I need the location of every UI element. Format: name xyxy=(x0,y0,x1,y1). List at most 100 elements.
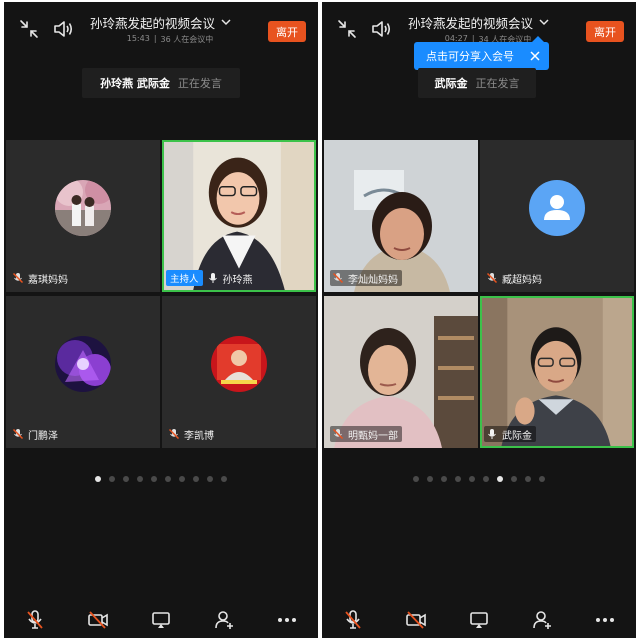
meeting-toolbar xyxy=(4,602,318,638)
add-participant-icon[interactable] xyxy=(211,607,237,633)
participant-tile[interactable]: 李凯博 xyxy=(162,296,316,448)
screen-share-icon[interactable] xyxy=(466,607,492,633)
participant-avatar xyxy=(211,336,267,392)
page-indicator[interactable] xyxy=(4,476,318,486)
participant-video xyxy=(482,298,632,446)
participant-tile[interactable]: 臧超妈妈 xyxy=(480,140,634,292)
participant-video xyxy=(164,142,314,290)
camera-off-icon[interactable] xyxy=(85,607,111,633)
speaker-icon[interactable] xyxy=(52,18,74,40)
page-dot[interactable] xyxy=(123,476,129,482)
page-dot[interactable] xyxy=(539,476,545,482)
attendee-count: 36 人在会议中 xyxy=(160,35,214,44)
page-dot[interactable] xyxy=(109,476,115,482)
close-icon[interactable] xyxy=(529,50,541,62)
minimize-window-icon[interactable] xyxy=(336,18,358,40)
participant-avatar xyxy=(529,180,585,236)
page-dot[interactable] xyxy=(221,476,227,482)
participant-tile-active[interactable]: 主持人 孙玲燕 xyxy=(162,140,316,292)
microphone-muted-icon xyxy=(486,272,498,284)
participant-name-tag: 明甄妈一部 xyxy=(330,426,402,442)
leave-button[interactable]: 离开 xyxy=(586,21,624,42)
meeting-title[interactable]: 孙玲燕发起的视频会议 xyxy=(408,13,568,31)
meeting-title-text: 孙玲燕发起的视频会议 xyxy=(408,15,534,31)
page-dot[interactable] xyxy=(137,476,143,482)
speaking-banner: 武际金 正在发言 xyxy=(418,68,536,98)
chevron-down-icon xyxy=(539,18,549,26)
page-dot[interactable] xyxy=(525,476,531,482)
participant-name: 嘉琪妈妈 xyxy=(28,274,68,286)
microphone-muted-icon xyxy=(12,428,24,440)
microphone-icon xyxy=(207,272,219,284)
meeting-toolbar xyxy=(322,602,636,638)
microphone-muted-icon xyxy=(168,428,180,440)
page-dot[interactable] xyxy=(179,476,185,482)
participant-name: 李凯博 xyxy=(184,430,214,442)
page-dot[interactable] xyxy=(441,476,447,482)
speaker-names: 武际金 xyxy=(434,77,468,90)
participant-name-tag: 嘉琪妈妈 xyxy=(12,270,68,286)
participant-tile[interactable]: 李灿灿妈妈 xyxy=(324,140,478,292)
participant-name-tag: 武际金 xyxy=(484,426,536,442)
page-dot[interactable] xyxy=(427,476,433,482)
speaker-icon[interactable] xyxy=(370,18,392,40)
participant-tile[interactable]: 门鹏泽 xyxy=(6,296,160,448)
chevron-down-icon xyxy=(221,18,231,26)
participant-name: 臧超妈妈 xyxy=(502,274,542,286)
participant-tile[interactable]: 明甄妈一部 xyxy=(324,296,478,448)
page-dot[interactable] xyxy=(151,476,157,482)
meeting-screen-left: 孙玲燕发起的视频会议 15:43 | 36 人在会议中 离开 孙玲燕 武际金 正… xyxy=(4,2,318,638)
participant-name: 门鹏泽 xyxy=(28,430,58,442)
screen-share-icon[interactable] xyxy=(148,607,174,633)
subtitle-separator: | xyxy=(153,34,157,43)
microphone-muted-icon xyxy=(12,272,24,284)
page-dot-active[interactable] xyxy=(497,476,503,482)
page-dot[interactable] xyxy=(413,476,419,482)
participant-name-tag: 臧超妈妈 xyxy=(486,270,542,286)
share-meeting-id-tooltip[interactable]: 点击可分享入会号 xyxy=(414,36,549,70)
page-dot[interactable] xyxy=(483,476,489,482)
meeting-title-text: 孙玲燕发起的视频会议 xyxy=(90,15,216,31)
host-badge: 主持人 xyxy=(166,270,203,286)
participant-name: 李灿灿妈妈 xyxy=(348,274,398,286)
meeting-duration: 15:43 xyxy=(126,34,150,43)
page-dot[interactable] xyxy=(455,476,461,482)
page-dot[interactable] xyxy=(193,476,199,482)
microphone-muted-icon xyxy=(332,272,344,284)
minimize-window-icon[interactable] xyxy=(18,18,40,40)
participant-name-tag: 门鹏泽 xyxy=(12,426,58,442)
page-dot[interactable] xyxy=(207,476,213,482)
participant-tile-active[interactable]: 武际金 xyxy=(480,296,634,448)
speaker-names: 孙玲燕 武际金 xyxy=(100,77,170,90)
participant-avatar xyxy=(55,180,111,236)
participant-name-tag: 主持人 孙玲燕 xyxy=(166,270,253,286)
microphone-icon xyxy=(486,428,498,440)
meeting-screen-right: 孙玲燕发起的视频会议 04:27 | 34 人在会议中 离开 点击可分享入会号 … xyxy=(322,2,636,638)
meeting-title[interactable]: 孙玲燕发起的视频会议 xyxy=(90,13,250,31)
more-options-icon[interactable] xyxy=(274,607,300,633)
participant-name-tag: 李灿灿妈妈 xyxy=(330,270,402,286)
meeting-subtitle: 15:43 | 36 人在会议中 xyxy=(90,34,250,46)
page-indicator[interactable] xyxy=(322,476,636,486)
participant-name-tag: 李凯博 xyxy=(168,426,214,442)
tooltip-text: 点击可分享入会号 xyxy=(426,50,514,63)
participant-avatar xyxy=(55,336,111,392)
page-dot[interactable] xyxy=(511,476,517,482)
page-dot[interactable] xyxy=(165,476,171,482)
speaking-status: 正在发言 xyxy=(475,77,520,90)
microphone-muted-icon[interactable] xyxy=(22,607,48,633)
participant-name: 武际金 xyxy=(502,430,532,442)
camera-off-icon[interactable] xyxy=(403,607,429,633)
participant-name: 明甄妈一部 xyxy=(348,430,398,442)
page-dot-active[interactable] xyxy=(95,476,101,482)
participant-tile[interactable]: 嘉琪妈妈 xyxy=(6,140,160,292)
meeting-header: 孙玲燕发起的视频会议 15:43 | 36 人在会议中 离开 xyxy=(4,2,318,54)
speaking-banner: 孙玲燕 武际金 正在发言 xyxy=(82,68,240,98)
microphone-muted-icon[interactable] xyxy=(340,607,366,633)
add-participant-icon[interactable] xyxy=(529,607,555,633)
participant-name: 孙玲燕 xyxy=(222,274,253,286)
more-options-icon[interactable] xyxy=(592,607,618,633)
page-dot[interactable] xyxy=(469,476,475,482)
microphone-muted-icon xyxy=(332,428,344,440)
leave-button[interactable]: 离开 xyxy=(268,21,306,42)
